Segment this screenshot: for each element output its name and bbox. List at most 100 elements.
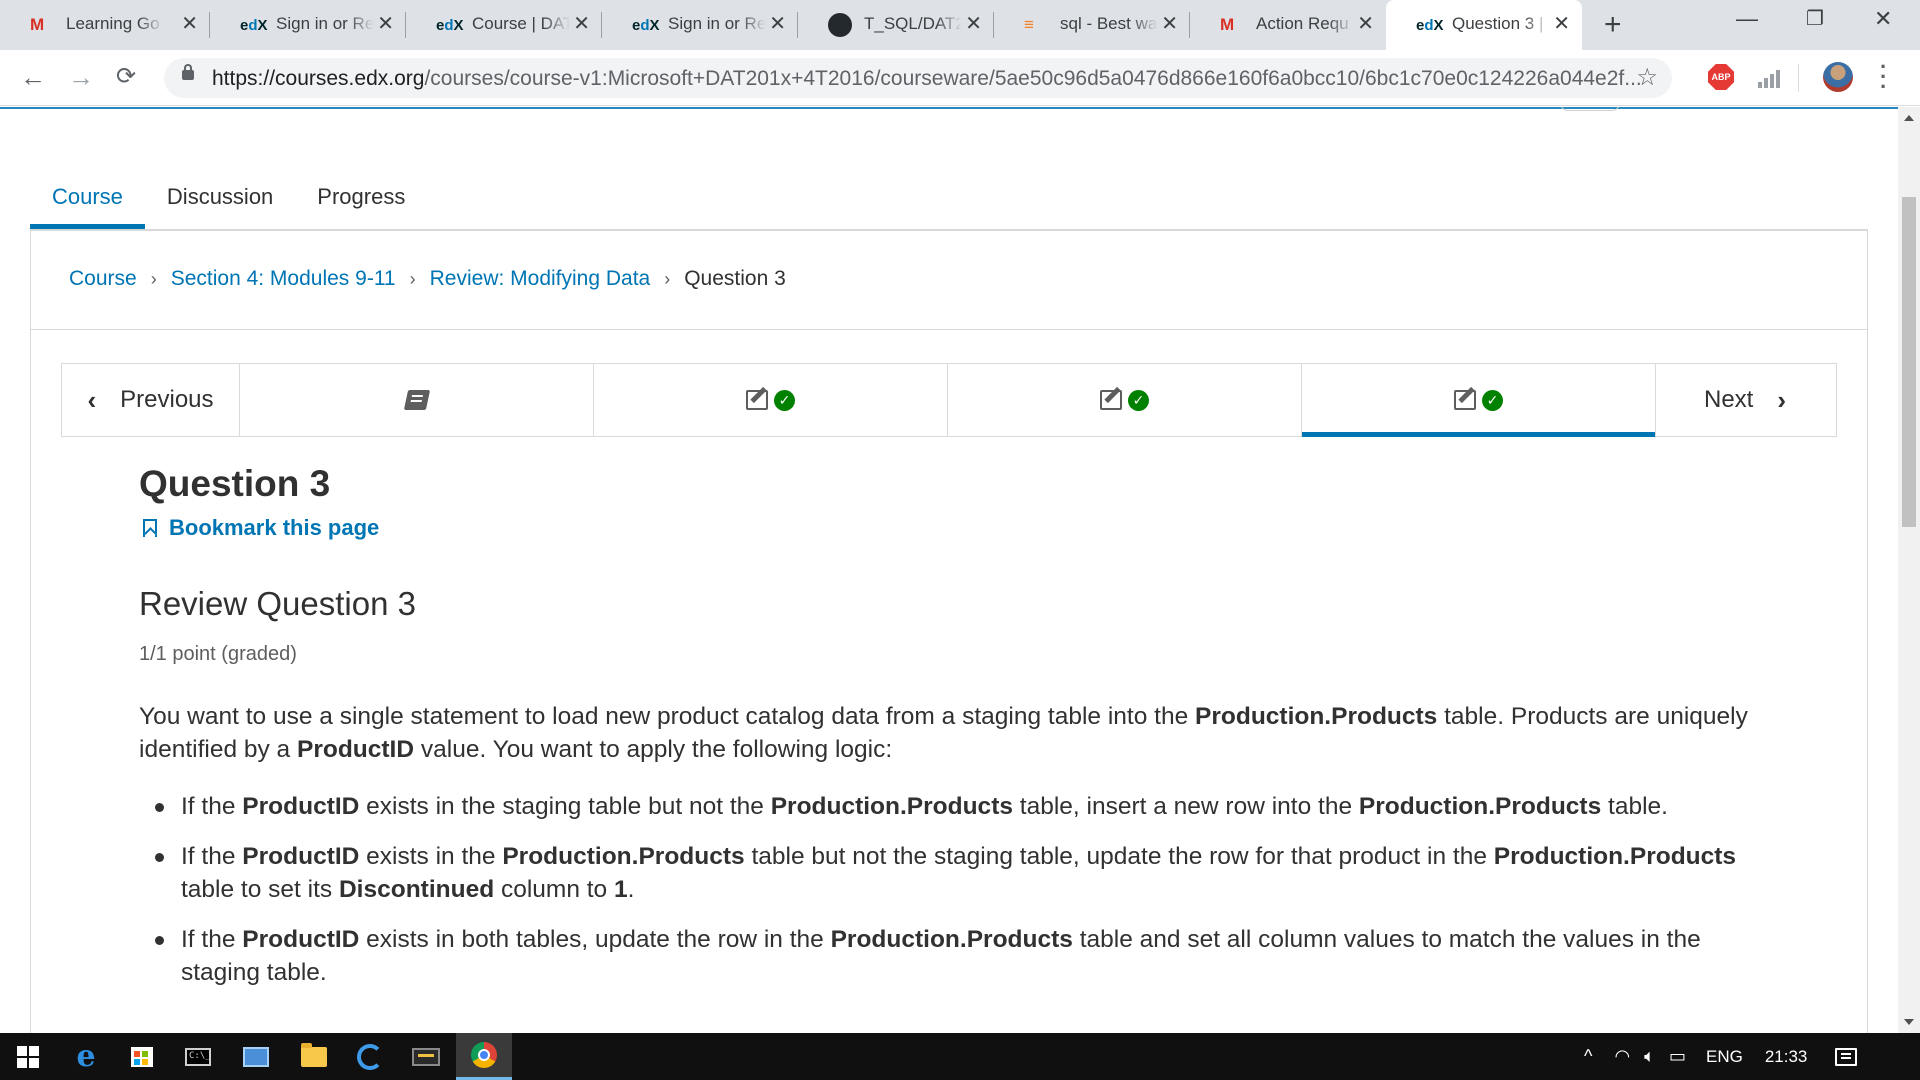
close-tab-icon[interactable]: ✕ (181, 12, 198, 36)
breadcrumb-subsection[interactable]: Review: Modifying Data (430, 267, 651, 291)
edge-icon: e (76, 1039, 96, 1074)
scroll-down-icon[interactable] (1904, 1019, 1914, 1025)
clock[interactable]: 21:33 (1765, 1047, 1808, 1067)
browser-tab[interactable]: M Learning Go ✕ (0, 0, 210, 50)
tab-discussion[interactable]: Discussion (145, 167, 295, 227)
close-tab-icon[interactable]: ✕ (377, 12, 394, 36)
text-run: exists in the staging table but not the (359, 793, 771, 820)
taskbar-file-explorer[interactable] (286, 1033, 342, 1080)
problem-intro: You want to use a single statement to lo… (139, 700, 1779, 766)
sequence-unit-4[interactable]: ✓ (1302, 364, 1656, 437)
sequence-unit-1[interactable] (240, 364, 594, 436)
close-tab-icon[interactable]: ✕ (573, 12, 590, 36)
battery-icon[interactable]: ▭ (1669, 1046, 1686, 1067)
restore-window-icon[interactable]: ❐ (1806, 6, 1824, 31)
browser-tab[interactable]: T_SQL/DAT2 ✕ (798, 0, 994, 50)
problem-points: 1/1 point (graded) (139, 643, 297, 665)
command-prompt-icon: C:\_ (185, 1047, 211, 1066)
browser-menu-icon[interactable]: · · · (1880, 56, 1887, 98)
scroll-up-icon[interactable] (1904, 115, 1914, 121)
taskbar-ccleaner[interactable] (342, 1033, 398, 1080)
lock-icon (182, 64, 194, 80)
url-text[interactable]: https://courses.edx.org/courses/course-v… (212, 67, 1642, 91)
close-tab-icon[interactable]: ✕ (1357, 12, 1374, 36)
browser-tab-title: Sign in or Re (276, 14, 374, 34)
check-circle-icon: ✓ (1128, 389, 1149, 411)
chevron-up-icon[interactable]: ^ (1584, 1046, 1592, 1067)
breadcrumb-section[interactable]: Section 4: Modules 9-11 (171, 267, 396, 291)
browser-tab[interactable]: e d X Course | DAT ✕ (406, 0, 602, 50)
signal-extension-icon[interactable] (1758, 68, 1784, 88)
problem-title: Review Question 3 (139, 585, 416, 622)
bookmark-star-icon[interactable]: ☆ (1636, 63, 1658, 92)
address-bar[interactable]: https://courses.edx.org/courses/course-v… (164, 58, 1672, 98)
new-tab-button[interactable]: + (1604, 8, 1622, 42)
start-button[interactable] (0, 1033, 56, 1080)
text-run: You want to use a single statement to lo… (139, 703, 1196, 730)
sequence-unit-3[interactable]: ✓ (948, 364, 1302, 436)
text-run: If the (181, 793, 243, 820)
taskbar-remote-desktop[interactable] (228, 1033, 284, 1080)
unit-content: Question 3 Bookmark this page Review Que… (139, 463, 1779, 1006)
notification-icon[interactable] (1835, 1047, 1858, 1066)
tab-separator (601, 12, 602, 38)
emphasized-term: Production.Products (1493, 843, 1737, 870)
emphasized-term: ProductID (297, 736, 415, 763)
text-run: . (627, 876, 635, 903)
previous-button[interactable]: ‹ Previous (62, 364, 240, 436)
toolbar-divider (1798, 64, 1799, 92)
breadcrumb-current: Question 3 (684, 267, 786, 290)
tab-progress[interactable]: Progress (295, 167, 427, 227)
browser-tab[interactable]: ≡ sql - Best wa ✕ (994, 0, 1190, 50)
browser-tab[interactable]: e d X Sign in or Re ✕ (602, 0, 798, 50)
volume-icon[interactable]: 🔈︎ (1644, 1046, 1655, 1067)
taskbar-sql-management[interactable] (398, 1033, 454, 1080)
browser-tab[interactable]: e d X Sign in or Re ✕ (210, 0, 406, 50)
store-icon (131, 1046, 153, 1067)
chevron-right-icon: › (150, 268, 157, 289)
scrollbar-thumb[interactable] (1902, 197, 1916, 527)
language-indicator[interactable]: ENG (1706, 1047, 1743, 1067)
bookmark-button[interactable]: Bookmark this page (139, 515, 1779, 541)
adblock-extension-icon[interactable]: ABP (1708, 64, 1734, 90)
taskbar-store[interactable] (114, 1033, 170, 1080)
close-tab-icon[interactable]: ✕ (1553, 12, 1570, 36)
wifi-icon[interactable]: ◠ (1614, 1046, 1630, 1067)
breadcrumb-course[interactable]: Course (69, 267, 137, 291)
emphasized-term: Production.Products (770, 793, 1013, 820)
emphasized-term: ProductID (242, 926, 360, 953)
taskbar-chrome[interactable] (456, 1033, 512, 1080)
header-logo-edge (1560, 107, 1620, 111)
emphasized-term: Production.Products (830, 926, 1073, 953)
close-window-icon[interactable]: ✕ (1874, 6, 1892, 32)
taskbar-edge[interactable]: e (58, 1033, 114, 1080)
close-tab-icon[interactable]: ✕ (1161, 12, 1178, 36)
github-icon (828, 13, 852, 37)
next-button[interactable]: Next › (1656, 364, 1834, 436)
chrome-icon (471, 1042, 497, 1068)
next-label: Next (1703, 386, 1754, 413)
browser-tab[interactable]: e d X Question 3 | ✕ (1386, 0, 1582, 50)
emphasized-term: Discontinued (338, 876, 495, 903)
chevron-right-icon: › (409, 268, 416, 289)
text-run: If the (181, 843, 243, 870)
close-tab-icon[interactable]: ✕ (769, 12, 786, 36)
emphasized-term: ProductID (242, 843, 360, 870)
requirement-item: If the ProductID exists in both tables, … (155, 923, 1779, 989)
check-circle-icon: ✓ (774, 389, 795, 411)
reload-icon[interactable]: ⟳ (116, 62, 136, 91)
close-tab-icon[interactable]: ✕ (965, 12, 982, 36)
browser-tab[interactable]: M Action Requ ✕ (1190, 0, 1386, 50)
edit-icon (746, 390, 768, 410)
forward-arrow-icon[interactable]: → (68, 62, 94, 93)
page-scrollbar[interactable] (1898, 107, 1920, 1033)
url-host: https://courses.edx.org (212, 67, 425, 90)
tab-course[interactable]: Course (30, 167, 145, 229)
sequence-unit-2[interactable]: ✓ (594, 364, 948, 436)
profile-avatar[interactable] (1823, 62, 1853, 92)
minimize-window-icon[interactable]: — (1736, 6, 1758, 32)
back-arrow-icon[interactable]: ← (20, 62, 46, 93)
taskbar-cmd[interactable]: C:\_ (170, 1033, 226, 1080)
chevron-right-icon: › (1777, 384, 1787, 415)
edx-icon: edX (1416, 16, 1444, 34)
